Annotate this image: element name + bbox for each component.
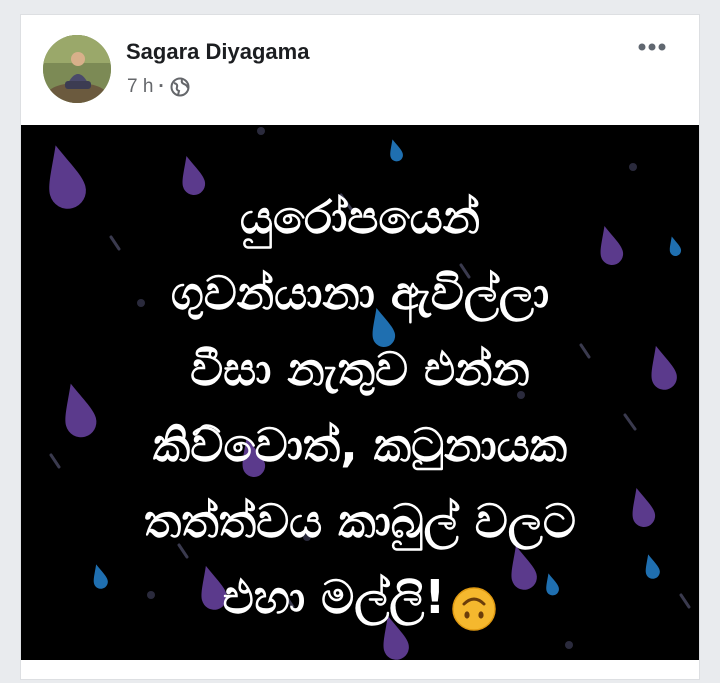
author-avatar[interactable] — [43, 35, 111, 103]
image-text-line: යුරෝපයෙන් — [239, 190, 481, 244]
globe-icon[interactable] — [170, 77, 190, 97]
image-text-line-last: එහා මල්ලි! — [21, 559, 699, 635]
image-text-line: ගුවන්යානා ඇවිල්ලා — [170, 266, 550, 320]
post-image-text: යුරෝපයෙන් ගුවන්යානා ඇවිල්ලා වීසා නැතුව එ… — [21, 179, 699, 635]
upside-down-face-emoji — [451, 578, 497, 631]
image-text-line: වීසා නැතුව එන්න — [190, 342, 530, 396]
post-time[interactable]: 7 h — [127, 76, 153, 98]
post-card: Sagara Diyagama 7 h · යුරෝපයෙන් ගුවන්යාන… — [20, 14, 700, 680]
more-options-icon[interactable] — [635, 37, 669, 57]
meta-separator: · — [158, 76, 165, 97]
image-text-line: තත්ත්වය කාබුල් වලට — [144, 494, 576, 548]
post-header: Sagara Diyagama 7 h · — [21, 15, 699, 125]
post-meta: 7 h · — [127, 76, 190, 98]
image-text-line: එහා මල්ලි! — [222, 570, 446, 624]
image-text-line: කිව්වොත්, කටුනායක — [152, 418, 568, 472]
author-name[interactable]: Sagara Diyagama — [126, 39, 309, 65]
post-image[interactable]: යුරෝපයෙන් ගුවන්යානා ඇවිල්ලා වීසා නැතුව එ… — [21, 125, 699, 660]
